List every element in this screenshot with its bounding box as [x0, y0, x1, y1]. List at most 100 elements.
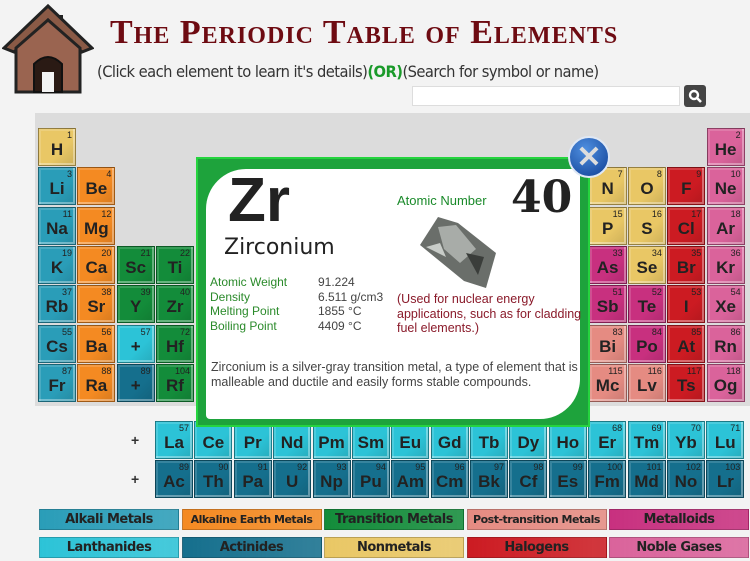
legend-halogen[interactable]: Halogens: [466, 537, 607, 558]
home-icon[interactable]: [1, 2, 95, 94]
element-yb[interactable]: 70 Yb: [666, 421, 705, 459]
element-symbol: At: [677, 336, 696, 356]
element-am[interactable]: 95 Am: [391, 460, 430, 499]
element-description: Zirconium is a silver-gray transition me…: [211, 360, 578, 389]
element-symbol: Ts: [676, 375, 696, 395]
element-xe[interactable]: 54 Xe: [706, 285, 745, 324]
element-kr[interactable]: 36 Kr: [706, 245, 745, 284]
element-be[interactable]: 4 Be: [77, 167, 116, 206]
atomic-number: 70: [690, 423, 701, 433]
element-cs[interactable]: 55 Cs: [38, 324, 76, 363]
legend-transition[interactable]: Transition Metals: [324, 509, 464, 530]
element-symbol: O: [640, 179, 654, 199]
element-rn[interactable]: 86 Rn: [706, 324, 745, 363]
element-ti[interactable]: 22 Ti: [155, 245, 194, 284]
element-bk[interactable]: 97 Bk: [470, 460, 509, 499]
element-symbol: Tm: [633, 433, 660, 452]
lanthanides-marker: +: [131, 432, 140, 448]
element-series-89[interactable]: 89 +: [116, 363, 155, 402]
element-la[interactable]: 57 La: [155, 421, 193, 459]
element-he[interactable]: 2 He: [706, 128, 745, 166]
element-symbol: Zr: [166, 297, 184, 317]
element-mc[interactable]: 115 Mc: [588, 363, 627, 402]
legend-noble[interactable]: Noble Gases: [609, 537, 749, 558]
element-u[interactable]: 92 U: [273, 460, 312, 499]
element-th[interactable]: 90 Th: [194, 460, 233, 499]
element-cf[interactable]: 98 Cf: [509, 460, 548, 499]
element-fm[interactable]: 100 Fm: [588, 460, 627, 499]
element-lu[interactable]: 71 Lu: [706, 421, 745, 459]
legend-metalloid[interactable]: Metalloids: [609, 509, 749, 530]
element-rf[interactable]: 104 Rf: [155, 363, 194, 402]
element-as[interactable]: 33 As: [588, 245, 627, 284]
element-ba[interactable]: 56 Ba: [77, 324, 116, 363]
element-np[interactable]: 93 Np: [312, 460, 351, 499]
close-button[interactable]: ✕: [568, 136, 610, 178]
property-label: Melting Point: [210, 304, 280, 318]
element-at[interactable]: 85 At: [667, 324, 706, 363]
legend-nonmetal[interactable]: Nonmetals: [324, 537, 464, 558]
search-input[interactable]: [412, 86, 680, 106]
element-symbol: Th: [202, 472, 224, 492]
atomic-number: 102: [685, 462, 701, 473]
atomic-number: 99: [572, 462, 583, 473]
element-f[interactable]: 9F: [667, 167, 706, 206]
element-sc[interactable]: 21 Sc: [116, 245, 155, 284]
element-li[interactable]: 3 Li: [38, 167, 76, 206]
element-symbol: Dy: [517, 433, 540, 452]
element-zr[interactable]: 40 Zr: [155, 285, 194, 324]
element-sr[interactable]: 38 Sr: [77, 285, 116, 324]
element-tm[interactable]: 69 Tm: [627, 421, 666, 459]
legend-post[interactable]: Post-transition Metals: [466, 509, 607, 530]
element-ar[interactable]: 18 Ar: [706, 206, 745, 245]
legend-alkali[interactable]: Alkali Metals: [39, 509, 179, 530]
element-po[interactable]: 84 Po: [627, 324, 666, 363]
legend-actinide[interactable]: Actinides: [181, 537, 322, 558]
legend-alkaline[interactable]: Alkaline Earth Metals: [181, 509, 322, 530]
element-se[interactable]: 34 Se: [627, 245, 666, 284]
atomic-number: 95: [415, 462, 426, 473]
element-te[interactable]: 52 Te: [627, 285, 666, 324]
element-p[interactable]: 15 P: [588, 206, 627, 245]
atomic-number: 89: [140, 365, 151, 376]
atomic-number: 39: [140, 287, 151, 298]
element-ts[interactable]: 117 Ts: [667, 363, 706, 402]
element-y[interactable]: 39 Y: [116, 285, 155, 324]
element-sb[interactable]: 51 Sb: [588, 285, 627, 324]
element-series-57[interactable]: 57 +: [116, 324, 155, 363]
element-lv[interactable]: 116 Lv: [627, 363, 666, 402]
element-h[interactable]: 1H: [38, 128, 76, 166]
element-na[interactable]: 11 Na: [38, 206, 76, 245]
element-rb[interactable]: 37 Rb: [38, 285, 76, 324]
element-ca[interactable]: 20 Ca: [77, 245, 116, 284]
element-bi[interactable]: 83 Bi: [588, 324, 627, 363]
element-ne[interactable]: 10 Ne: [706, 167, 745, 206]
element-pu[interactable]: 94 Pu: [351, 460, 390, 499]
element-ac[interactable]: 89 Ac: [155, 460, 193, 499]
element-s[interactable]: 16 S: [627, 206, 666, 245]
element-symbol: S: [641, 218, 653, 238]
element-cl[interactable]: 17 Cl: [667, 206, 706, 245]
element-es[interactable]: 99 Es: [548, 460, 587, 499]
element-i[interactable]: 53 I: [667, 285, 706, 324]
element-symbol: P: [601, 218, 614, 238]
element-pa[interactable]: 91 Pa: [233, 460, 272, 499]
element-k[interactable]: 19 K: [38, 245, 76, 284]
instructions-click: (Click each element to learn it's detail…: [97, 62, 368, 81]
element-ra[interactable]: 88 Ra: [77, 363, 116, 402]
element-lr[interactable]: 103 Lr: [706, 460, 745, 499]
element-o[interactable]: 8O: [627, 167, 666, 206]
element-hf[interactable]: 72 Hf: [155, 324, 194, 363]
element-cm[interactable]: 96 Cm: [430, 460, 469, 499]
element-og[interactable]: 118 Og: [706, 363, 745, 402]
element-er[interactable]: 68 Er: [588, 421, 627, 459]
element-symbol: Pr: [243, 433, 262, 452]
atomic-number: 83: [612, 326, 623, 337]
element-fr[interactable]: 87 Fr: [38, 363, 76, 402]
search-button[interactable]: [684, 85, 706, 107]
element-mg[interactable]: 12 Mg: [77, 206, 116, 245]
legend-lanthanide[interactable]: Lanthanides: [39, 537, 179, 558]
element-br[interactable]: 35 Br: [667, 245, 706, 284]
element-md[interactable]: 101 Md: [627, 460, 666, 499]
element-no[interactable]: 102 No: [666, 460, 705, 499]
